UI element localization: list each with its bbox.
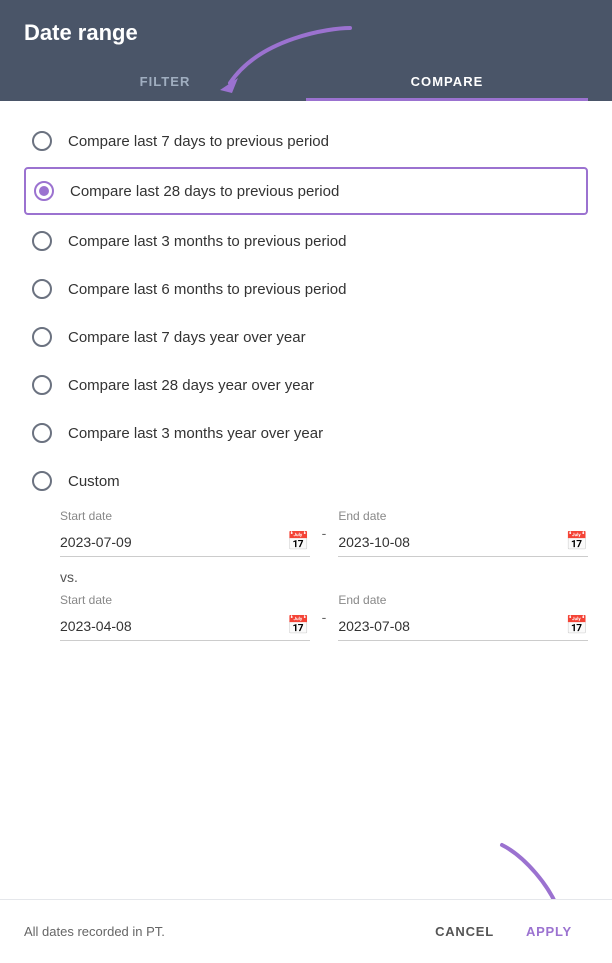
option-2-label: Compare last 28 days to previous period xyxy=(70,183,339,200)
end-date-label: End date xyxy=(338,509,588,523)
header: Date range FILTER COMPARE xyxy=(0,0,612,101)
option-8[interactable]: Custom xyxy=(24,457,588,505)
vs-date-separator: - xyxy=(322,609,327,625)
option-2[interactable]: Compare last 28 days to previous period xyxy=(24,167,588,215)
radio-7 xyxy=(32,423,52,443)
date-inputs-top: Start date 2023-07-09 📅 - End date 2023-… xyxy=(60,509,588,557)
option-5[interactable]: Compare last 7 days year over year xyxy=(24,313,588,361)
vs-end-date-group: End date 2023-07-08 📅 xyxy=(338,593,588,641)
option-7[interactable]: Compare last 3 months year over year xyxy=(24,409,588,457)
footer-note: All dates recorded in PT. xyxy=(24,924,419,939)
content-area: Compare last 7 days to previous period C… xyxy=(0,101,612,669)
tab-filter[interactable]: FILTER xyxy=(24,62,306,101)
radio-6 xyxy=(32,375,52,395)
custom-section: Start date 2023-07-09 📅 - End date 2023-… xyxy=(24,509,588,641)
option-8-label: Custom xyxy=(68,473,120,490)
radio-2-inner xyxy=(39,186,49,196)
start-date-group: Start date 2023-07-09 📅 xyxy=(60,509,310,557)
radio-2 xyxy=(34,181,54,201)
vs-start-date-field[interactable]: 2023-04-08 📅 xyxy=(60,611,310,641)
start-date-calendar-icon[interactable]: 📅 xyxy=(287,531,309,552)
option-1-label: Compare last 7 days to previous period xyxy=(68,133,329,150)
vs-end-date-value: 2023-07-08 xyxy=(338,618,565,634)
option-7-label: Compare last 3 months year over year xyxy=(68,425,323,442)
vs-start-calendar-icon[interactable]: 📅 xyxy=(287,615,309,636)
radio-8 xyxy=(32,471,52,491)
date-inputs-bottom: Start date 2023-04-08 📅 - End date 2023-… xyxy=(60,593,588,641)
vs-label: vs. xyxy=(60,569,588,585)
start-date-field[interactable]: 2023-07-09 📅 xyxy=(60,527,310,557)
end-date-calendar-icon[interactable]: 📅 xyxy=(566,531,588,552)
option-6-label: Compare last 28 days year over year xyxy=(68,377,314,394)
end-date-value: 2023-10-08 xyxy=(338,534,565,550)
option-5-label: Compare last 7 days year over year xyxy=(68,329,306,346)
date-row-1: Start date 2023-07-09 📅 - End date 2023-… xyxy=(60,509,588,557)
vs-end-date-label: End date xyxy=(338,593,588,607)
option-1[interactable]: Compare last 7 days to previous period xyxy=(24,117,588,165)
apply-button[interactable]: APPLY xyxy=(510,916,588,947)
start-date-label: Start date xyxy=(60,509,310,523)
end-date-group: End date 2023-10-08 📅 xyxy=(338,509,588,557)
radio-4 xyxy=(32,279,52,299)
radio-5 xyxy=(32,327,52,347)
radio-1 xyxy=(32,131,52,151)
vs-end-date-field[interactable]: 2023-07-08 📅 xyxy=(338,611,588,641)
footer: All dates recorded in PT. CANCEL APPLY xyxy=(0,899,612,963)
option-6[interactable]: Compare last 28 days year over year xyxy=(24,361,588,409)
start-date-value: 2023-07-09 xyxy=(60,534,287,550)
end-date-field[interactable]: 2023-10-08 📅 xyxy=(338,527,588,557)
date-separator: - xyxy=(322,525,327,541)
date-row-2: Start date 2023-04-08 📅 - End date 2023-… xyxy=(60,593,588,641)
page-title: Date range xyxy=(24,20,588,46)
vs-start-date-label: Start date xyxy=(60,593,310,607)
option-3-label: Compare last 3 months to previous period xyxy=(68,233,346,250)
vs-end-calendar-icon[interactable]: 📅 xyxy=(566,615,588,636)
tabs-container: FILTER COMPARE xyxy=(24,62,588,101)
radio-3 xyxy=(32,231,52,251)
vs-start-date-group: Start date 2023-04-08 📅 xyxy=(60,593,310,641)
option-4[interactable]: Compare last 6 months to previous period xyxy=(24,265,588,313)
option-3[interactable]: Compare last 3 months to previous period xyxy=(24,217,588,265)
vs-start-date-value: 2023-04-08 xyxy=(60,618,287,634)
option-4-label: Compare last 6 months to previous period xyxy=(68,281,346,298)
tab-compare[interactable]: COMPARE xyxy=(306,62,588,101)
cancel-button[interactable]: CANCEL xyxy=(419,916,510,947)
